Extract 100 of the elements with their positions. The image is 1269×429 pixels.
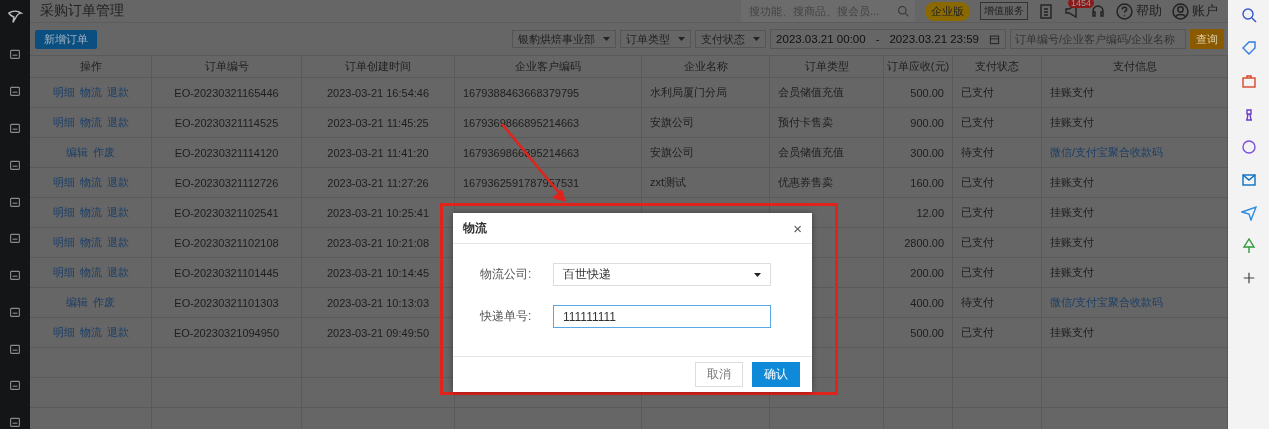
close-button[interactable]: ×: [793, 219, 802, 237]
table-cell: EO-20230321102541: [152, 198, 302, 228]
table-cell: EO-20230321101445: [152, 258, 302, 288]
action-link[interactable]: 退款: [106, 115, 129, 130]
action-link[interactable]: 退款: [106, 175, 129, 190]
notification-count: 1454: [1068, 0, 1095, 8]
tree-icon[interactable]: [1240, 238, 1257, 254]
payment-text: 挂账支付: [1050, 205, 1094, 220]
action-link[interactable]: 退款: [106, 85, 129, 100]
table-cell: EO-20230321101303: [152, 288, 302, 318]
table-cell: 已支付: [953, 198, 1042, 228]
date-range-field[interactable]: 2023.03.21 00:00 - 2023.03.21 23:59: [770, 29, 1006, 49]
action-link[interactable]: 明细: [52, 325, 75, 340]
action-link[interactable]: 编辑: [66, 295, 88, 310]
table-cell: 水利局厦门分局: [642, 78, 770, 108]
table-cell: 1679388463668379795: [455, 78, 642, 108]
table-cell: 待支付: [953, 288, 1042, 318]
value-service-button[interactable]: 增值服务: [980, 2, 1028, 20]
action-link[interactable]: 物流: [79, 205, 102, 220]
action-link[interactable]: 明细: [52, 205, 75, 220]
action-link[interactable]: 明细: [52, 265, 75, 280]
headset-icon[interactable]: [1090, 3, 1106, 19]
plus-icon[interactable]: [1241, 271, 1256, 285]
help-link[interactable]: 帮助: [1136, 2, 1162, 20]
table-cell: 已支付: [953, 318, 1042, 348]
action-link[interactable]: 退款: [106, 235, 129, 250]
page-title: 采购订单管理: [40, 2, 125, 20]
cancel-button[interactable]: 取消: [695, 362, 743, 387]
payment-text: 挂账支付: [1050, 175, 1094, 190]
action-link[interactable]: 作废: [93, 295, 115, 310]
help-icon: [1116, 2, 1133, 20]
query-button[interactable]: 查询: [1190, 29, 1224, 49]
action-link[interactable]: 编辑: [66, 145, 88, 160]
toolbox-icon[interactable]: [1240, 73, 1257, 89]
filter-dropdown[interactable]: 支付状态: [695, 30, 767, 48]
table-cell: 200.00: [884, 258, 953, 288]
field-label: 快递单号:: [480, 308, 533, 325]
payment-text: 挂账支付: [1050, 115, 1094, 130]
column-header: 操作: [30, 56, 152, 78]
action-link[interactable]: 明细: [52, 115, 75, 130]
table-cell: 900.00: [884, 108, 953, 138]
action-link[interactable]: 作废: [93, 145, 115, 160]
payment-text: 挂账支付: [1050, 85, 1094, 100]
filter-dropdown[interactable]: 订单类型: [620, 30, 692, 48]
action-link[interactable]: 明细: [52, 235, 75, 250]
caret-icon: [753, 37, 761, 41]
search-icon[interactable]: [1240, 7, 1257, 23]
payment-text: 挂账支付: [1050, 325, 1094, 340]
column-header: 订单类型: [770, 56, 884, 78]
table-cell: 2023-03-21 11:45:25: [302, 108, 455, 138]
table-cell: 待支付: [953, 138, 1042, 168]
payment-link[interactable]: 微信/支付宝聚合收款码: [1050, 145, 1164, 160]
table-cell: 160.00: [884, 168, 953, 198]
action-link[interactable]: 退款: [106, 325, 129, 340]
new-order-button[interactable]: 新增订单: [35, 29, 97, 49]
company-select[interactable]: 百世快递: [553, 263, 771, 286]
paper-plane-icon[interactable]: [1240, 205, 1257, 221]
filter-dropdown[interactable]: 银豹烘焙事业部: [512, 30, 617, 48]
confirm-button[interactable]: 确认: [752, 362, 800, 387]
action-link[interactable]: 退款: [106, 205, 129, 220]
table-cell: 优惠券售卖: [770, 168, 884, 198]
table-cell: EO-20230321114120: [152, 138, 302, 168]
clipboard-icon[interactable]: [1038, 3, 1054, 19]
table-cell: 2800.00: [884, 228, 953, 258]
action-link[interactable]: 物流: [79, 175, 102, 190]
action-link[interactable]: 退款: [106, 265, 129, 280]
action-link[interactable]: 物流: [79, 85, 102, 100]
payment-text: 挂账支付: [1050, 265, 1094, 280]
table-cell: 2023-03-21 11:41:20: [302, 138, 455, 168]
column-header: 订单应收(元): [884, 56, 953, 78]
table-cell: 已支付: [953, 168, 1042, 198]
user-icon: [1172, 2, 1189, 20]
table-cell: EO-20230321112726: [152, 168, 302, 198]
tag-icon[interactable]: [1240, 40, 1257, 56]
edition-badge[interactable]: 企业版: [925, 1, 970, 21]
action-link[interactable]: 明细: [52, 175, 75, 190]
table-cell: 500.00: [884, 318, 953, 348]
action-link[interactable]: 物流: [79, 325, 102, 340]
table-cell: zxt测试: [642, 168, 770, 198]
mail-icon[interactable]: [1240, 172, 1257, 188]
action-link[interactable]: 物流: [79, 235, 102, 250]
table-cell: 12.00: [884, 198, 953, 228]
action-link[interactable]: 物流: [79, 115, 102, 130]
tracking-number-field[interactable]: 111111111: [553, 305, 771, 328]
table-cell: 500.00: [884, 78, 953, 108]
payment-link[interactable]: 微信/支付宝聚合收款码: [1050, 295, 1164, 310]
table-cell: EO-20230321165446: [152, 78, 302, 108]
action-link[interactable]: 明细: [52, 85, 75, 100]
table-cell: 已支付: [953, 258, 1042, 288]
table-cell: 预付卡售卖: [770, 108, 884, 138]
caret-icon: [603, 37, 611, 41]
table-cell: EO-20230321114525: [152, 108, 302, 138]
table-cell: EO-20230321102108: [152, 228, 302, 258]
table-cell: 2023-03-21 16:54:46: [302, 78, 455, 108]
dialog-title: 物流: [463, 219, 487, 237]
table-cell: 300.00: [884, 138, 953, 168]
account-link[interactable]: 账户: [1192, 2, 1218, 20]
action-link[interactable]: 物流: [79, 265, 102, 280]
table-cell: 会员储值充值: [770, 78, 884, 108]
table-cell: EO-20230321094950: [152, 318, 302, 348]
